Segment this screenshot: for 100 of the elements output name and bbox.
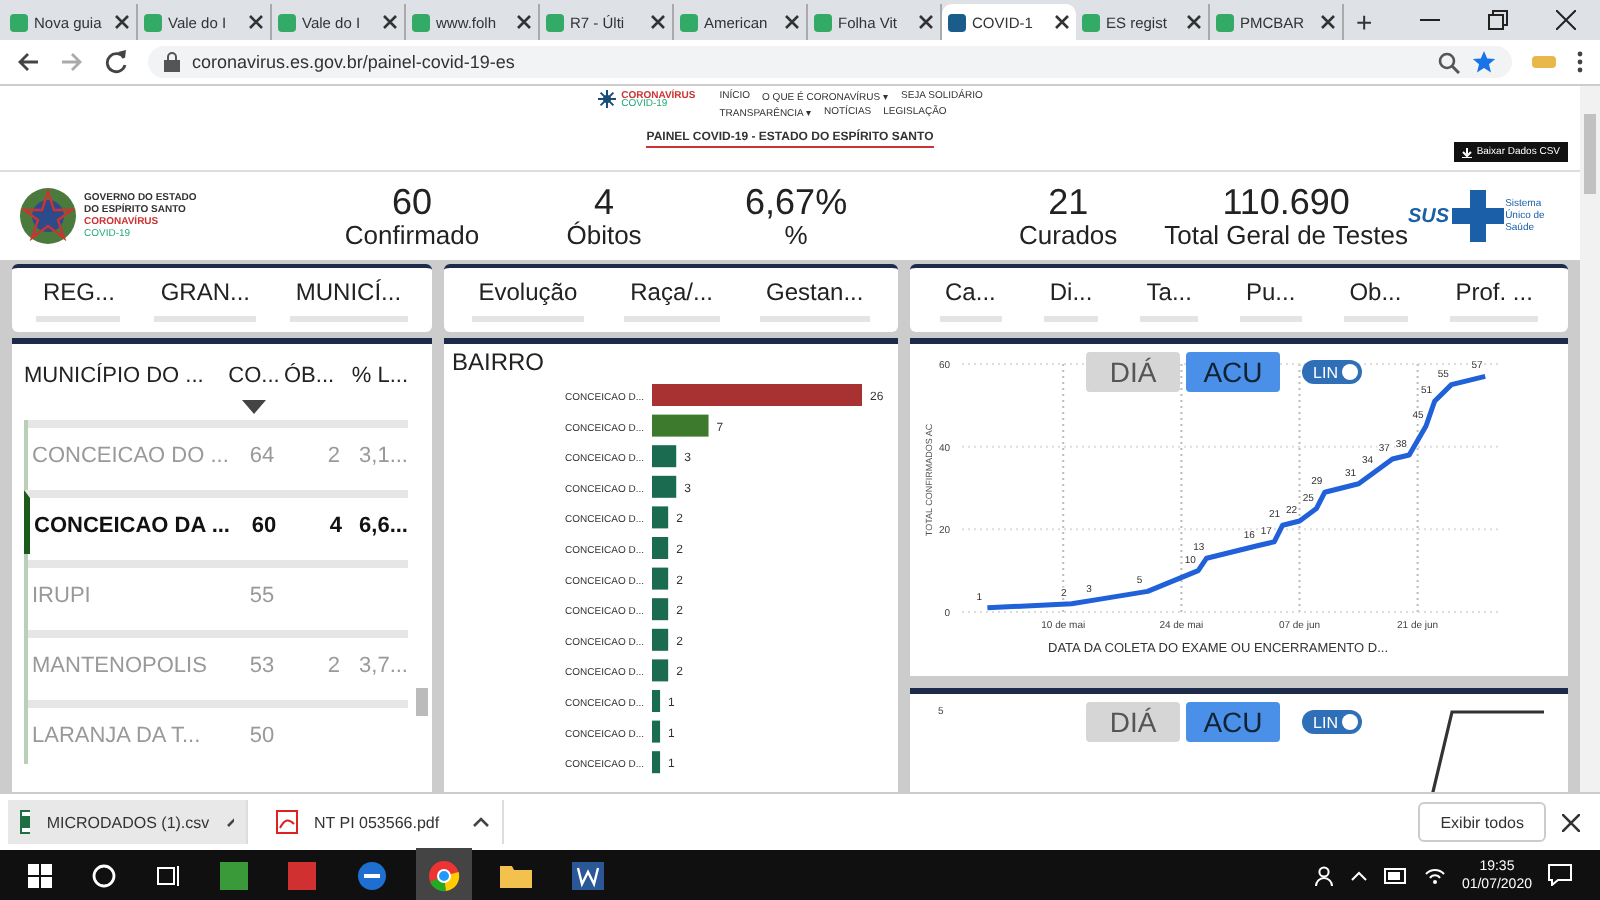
close-icon[interactable] [516, 14, 532, 30]
table-row[interactable]: CONCEICAO DA ... 60 4 6,6... [24, 490, 408, 554]
close-icon[interactable] [784, 14, 800, 30]
close-icon[interactable] [1320, 14, 1336, 30]
edge-browser-icon[interactable] [356, 859, 388, 891]
bar[interactable] [652, 567, 669, 590]
favicon-icon [948, 13, 966, 31]
folder-icon[interactable] [500, 862, 532, 888]
favicon-icon [412, 13, 430, 31]
bar[interactable] [652, 475, 677, 498]
kpi-label: Curados [1019, 221, 1118, 249]
bar[interactable] [652, 628, 669, 651]
slicer-dropdown[interactable]: Ta... [1140, 278, 1198, 322]
back-arrow-icon[interactable] [16, 50, 40, 74]
close-icon[interactable] [248, 14, 264, 30]
show-all-button[interactable]: Exibir todos [1418, 802, 1546, 842]
close-icon[interactable] [650, 14, 666, 30]
favicon-icon [1216, 13, 1234, 31]
bar[interactable] [652, 720, 661, 743]
bar[interactable] [652, 506, 669, 529]
bar[interactable] [652, 537, 669, 559]
search-icon[interactable] [92, 863, 116, 887]
spreadsheet-file-icon [20, 810, 31, 834]
toggle-button[interactable]: ACU [1186, 702, 1280, 742]
slicer-dropdown[interactable]: Prof. ... [1449, 278, 1539, 322]
word-icon[interactable] [572, 861, 604, 889]
toggle-switch[interactable]: LIN [1302, 710, 1362, 734]
column-header[interactable]: CO... [224, 364, 284, 388]
column-header[interactable]: ÓB... [284, 364, 332, 388]
column-header[interactable]: % L... [332, 364, 408, 388]
slicer-dropdown[interactable]: Di... [1043, 278, 1099, 322]
menu-icon[interactable] [1576, 50, 1584, 74]
slicer-dropdown[interactable]: Raça/... [624, 278, 719, 322]
toggle-button[interactable]: DIÁ [1086, 352, 1180, 392]
close-icon[interactable] [114, 14, 130, 30]
table-cell-text: 55 [247, 584, 277, 608]
kpi-value: 110.690 [1222, 183, 1350, 222]
table-cell-text: LARANJA DA T... [32, 724, 203, 748]
favicon-icon [278, 13, 296, 31]
slicer-dropdown[interactable]: Pu... [1239, 278, 1302, 322]
table-cell-text: 4 [327, 514, 342, 538]
toggle-button[interactable]: DIÁ [1086, 702, 1180, 742]
kpi-value: 21 [1048, 183, 1089, 222]
coat-of-arms-icon [16, 184, 80, 248]
bar[interactable] [652, 598, 669, 621]
close-icon[interactable] [1562, 813, 1580, 831]
slicer-dropdown[interactable]: MUNICÍ... [289, 278, 408, 322]
favicon-icon [680, 13, 698, 31]
cross-icon [1451, 190, 1504, 242]
bar[interactable] [652, 690, 661, 712]
toggle-switch[interactable]: LIN [1302, 360, 1362, 384]
task-view-icon[interactable] [156, 863, 180, 887]
slicer-dropdown[interactable]: GRAN... [154, 278, 256, 322]
close-icon[interactable] [1556, 10, 1576, 30]
table-cell-text: MANTENOPOLIS [32, 654, 209, 678]
step-line-drawing [1428, 708, 1548, 792]
star-icon[interactable] [1472, 50, 1496, 74]
toggle-button[interactable]: ACU [1186, 352, 1280, 392]
table-cell-text: IRUPI [32, 584, 93, 608]
chrome-browser-icon[interactable] [428, 859, 460, 891]
favicon-icon [144, 13, 162, 31]
download-item[interactable]: NT PI 053566.pdf [264, 800, 504, 844]
virus-icon [597, 90, 616, 108]
address-field[interactable]: coronavirus.es.gov.br/painel-covid-19-es [148, 46, 1512, 78]
slicer-dropdown[interactable]: REG... [36, 278, 121, 322]
notification-icon[interactable] [1548, 864, 1572, 886]
wifi-icon[interactable] [1423, 866, 1446, 884]
download-item[interactable]: MICRODADOS (1).csv [8, 800, 248, 844]
slicer-dropdown[interactable]: Ca... [939, 278, 1002, 322]
close-icon[interactable] [1186, 14, 1202, 30]
sort-descending-icon[interactable] [242, 400, 266, 414]
close-icon[interactable] [382, 14, 398, 30]
reload-icon[interactable] [104, 50, 128, 74]
slicer-dropdown[interactable]: Ob... [1343, 278, 1408, 322]
close-icon[interactable] [1054, 14, 1070, 30]
close-icon[interactable] [918, 14, 934, 30]
person-icon[interactable] [1313, 865, 1334, 885]
battery-icon[interactable] [1383, 867, 1408, 883]
column-header[interactable]: MUNICÍPIO DO ... [24, 364, 224, 388]
download-icon [1462, 147, 1473, 157]
zoom-icon[interactable] [1438, 51, 1460, 73]
slicer-dropdown[interactable]: Gestan... [760, 278, 870, 322]
page-scrollbar[interactable] [1580, 86, 1600, 792]
slicer-dropdown[interactable]: Evolução [472, 278, 584, 322]
scroll-thumb[interactable] [1584, 114, 1596, 194]
bar[interactable] [652, 751, 661, 774]
favicon-icon [10, 13, 28, 31]
table-cell-text: 2 [325, 654, 340, 678]
kpi-value: 60 [391, 183, 433, 222]
bar[interactable] [652, 445, 677, 468]
bar[interactable] [652, 659, 669, 682]
scroll-thumb[interactable] [416, 688, 428, 716]
camera-app-icon[interactable] [288, 861, 316, 889]
restore-icon[interactable] [1488, 10, 1508, 30]
table-cell-text: 60 [249, 514, 279, 538]
new-tab-button[interactable]: + [1344, 4, 1385, 40]
table-cell-text: CONCEICAO DO ... [32, 444, 231, 468]
windows-start-icon[interactable] [28, 863, 52, 887]
bar[interactable] [652, 414, 709, 437]
app-icon[interactable] [220, 861, 248, 889]
